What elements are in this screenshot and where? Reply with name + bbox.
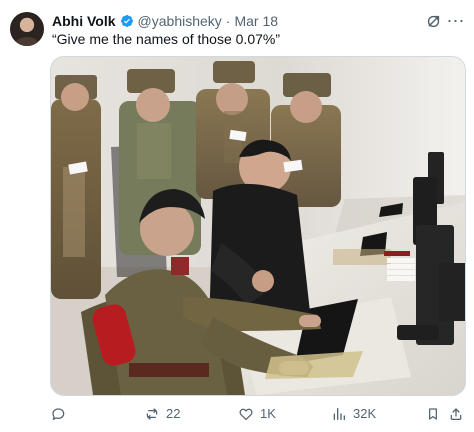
like-button[interactable]: 1K <box>238 405 276 423</box>
view-count: 32K <box>353 406 377 421</box>
repost-count: 22 <box>166 406 181 421</box>
author-avatar[interactable] <box>10 12 44 46</box>
tweet-header: Abhi Volk @yabhisheky · Mar 18 <box>52 12 278 30</box>
share-icon <box>450 408 462 420</box>
tweet-card[interactable]: Abhi Volk @yabhisheky · Mar 18 ⋯ “Give m… <box>0 0 474 432</box>
share-button[interactable] <box>448 405 464 423</box>
heart-icon <box>239 408 253 421</box>
post-date[interactable]: Mar 18 <box>234 12 278 30</box>
tweet-text: “Give me the names of those 0.07%” <box>52 31 280 47</box>
author-display-name[interactable]: Abhi Volk <box>52 12 116 30</box>
grok-icon[interactable] <box>424 12 442 30</box>
bookmark-icon <box>429 408 437 420</box>
reply-button[interactable] <box>50 405 72 423</box>
repost-icon <box>146 408 158 420</box>
more-horizontal-icon[interactable]: ⋯ <box>447 12 465 30</box>
verified-badge-icon <box>120 14 134 28</box>
views-button[interactable]: 32K <box>331 405 376 423</box>
tweet-photo <box>51 57 465 395</box>
reply-icon <box>52 408 65 420</box>
repost-button[interactable]: 22 <box>144 405 180 423</box>
author-handle[interactable]: @yabhisheky <box>138 12 222 30</box>
tweet-actions: 22 1K 32K <box>50 402 464 426</box>
like-count: 1K <box>260 406 276 421</box>
bookmark-button[interactable] <box>425 405 441 423</box>
views-icon <box>333 408 345 420</box>
tweet-media[interactable] <box>50 56 466 396</box>
header-separator: · <box>225 13 231 29</box>
